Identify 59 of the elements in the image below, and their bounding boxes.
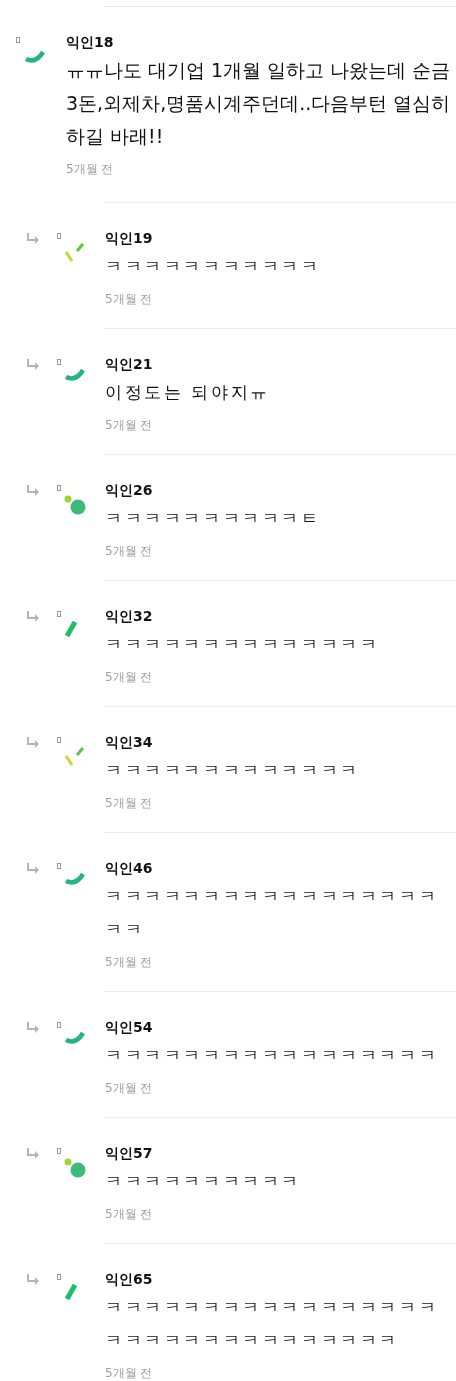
comment-time: 5개월 전 bbox=[105, 954, 154, 971]
comment-text: ㅋㅋㅋㅋㅋㅋㅋㅋㅋㅋㅋㅋㅋㅋㅋㅋㅋ bbox=[105, 1044, 440, 1067]
comment-author: 익인34 bbox=[105, 733, 154, 752]
comment-text: ㅋㅋㅋㅋㅋㅋㅋㅋㅋㅋㅋㅋㅋ bbox=[105, 759, 361, 782]
reply-arrow-icon bbox=[27, 233, 39, 244]
broken-image-icon bbox=[57, 1022, 61, 1028]
comment-time: 5개월 전 bbox=[105, 291, 154, 308]
comment-author: 익인18 bbox=[66, 33, 115, 52]
comment-time: 5개월 전 bbox=[105, 543, 154, 560]
comment-author: 익인32 bbox=[105, 607, 154, 626]
broken-image-icon bbox=[57, 1274, 61, 1280]
arc-avatar-icon bbox=[64, 872, 86, 886]
comment-time: 5개월 전 bbox=[105, 1080, 154, 1097]
comment-time: 5개월 전 bbox=[66, 161, 115, 178]
bar-avatar-icon bbox=[64, 1283, 78, 1301]
reply-arrow-icon bbox=[27, 1022, 39, 1033]
comment-author: 익인19 bbox=[105, 229, 154, 248]
comment-author: 익인46 bbox=[105, 859, 154, 878]
reply-arrow-icon bbox=[27, 611, 39, 622]
comment-author: 익인65 bbox=[105, 1270, 154, 1289]
comment-author: 익인57 bbox=[105, 1144, 154, 1163]
comment-time: 5개월 전 bbox=[105, 1365, 154, 1381]
comment-author: 익인21 bbox=[105, 355, 154, 374]
broken-image-icon bbox=[57, 611, 61, 617]
reply-arrow-icon bbox=[27, 1274, 39, 1285]
dots-avatar-icon bbox=[64, 1157, 86, 1179]
reply-arrow-icon bbox=[27, 1148, 39, 1159]
comment-text: ㅋㅋㅋㅋㅋㅋㅋㅋㅋㅋㅋ bbox=[105, 255, 322, 278]
dots-avatar-icon bbox=[64, 494, 86, 516]
comment-time: 5개월 전 bbox=[105, 795, 154, 812]
comment-text: ㅠㅠ나도 대기업 1개월 일하고 나왔는데 순금 3돈,외제차,명품시계주던데..다음부턴 열심히 하길 바래!! bbox=[66, 58, 452, 149]
comment-time: 5개월 전 bbox=[105, 669, 154, 686]
reply-arrow-icon bbox=[27, 485, 39, 496]
reply-arrow-icon bbox=[27, 359, 39, 370]
comment-author: 익인26 bbox=[105, 481, 154, 500]
comment-text: ㅋㅋㅋㅋㅋㅋㅋㅋㅋㅋ bbox=[105, 1170, 302, 1193]
broken-image-icon bbox=[57, 359, 61, 365]
arc-avatar-icon bbox=[64, 368, 86, 382]
ticks-avatar-icon bbox=[64, 242, 86, 264]
ticks-avatar-icon bbox=[64, 746, 86, 768]
bar-avatar-icon bbox=[64, 620, 78, 638]
broken-image-icon bbox=[57, 1148, 61, 1154]
reply-arrow-icon bbox=[27, 863, 39, 874]
comment-time: 5개월 전 bbox=[105, 417, 154, 434]
broken-image-icon bbox=[57, 485, 61, 491]
comment-time: 5개월 전 bbox=[105, 1206, 154, 1223]
broken-image-icon bbox=[57, 737, 61, 743]
comment-text: ㅋㅋㅋㅋㅋㅋㅋㅋㅋㅋㅋㅋㅋㅋㅋㅋㅋㅋㅋ bbox=[105, 885, 440, 941]
reply-arrow-icon bbox=[27, 737, 39, 748]
comment-text: 이정도는 되야지ㅠ bbox=[105, 381, 271, 404]
comment-text: ㅋㅋㅋㅋㅋㅋㅋㅋㅋㅋㅋㅋㅋㅋ bbox=[105, 633, 381, 656]
arc-avatar-icon bbox=[24, 50, 46, 64]
broken-image-icon bbox=[16, 37, 20, 43]
broken-image-icon bbox=[57, 233, 61, 239]
broken-image-icon bbox=[57, 863, 61, 869]
comment-author: 익인54 bbox=[105, 1018, 154, 1037]
arc-avatar-icon bbox=[64, 1031, 86, 1045]
comment-text: ㅋㅋㅋㅋㅋㅋㅋㅋㅋㅋㅋㅋㅋㅋㅋㅋㅋㅋㅋㅋㅋㅋㅋㅋㅋㅋㅋㅋㅋㅋㅋㅋ bbox=[105, 1296, 440, 1352]
comment-text: ㅋㅋㅋㅋㅋㅋㅋㅋㅋㅋㅌ bbox=[105, 507, 322, 530]
